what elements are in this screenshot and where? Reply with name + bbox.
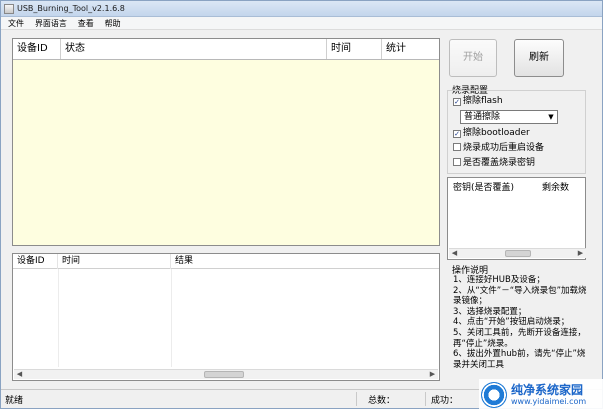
status-success: 成功： [431,396,459,406]
app-window: USB_Burning_Tool_v2.1.6.8 文件 界面语言 查看 帮助 … [0,0,603,409]
erase-bootloader-label: 擦除bootloader [463,128,530,138]
erase-flash-label: 擦除flash [463,96,503,106]
scroll-thumb[interactable] [505,250,531,257]
app-icon [4,4,14,14]
title-bar: USB_Burning_Tool_v2.1.6.8 [1,1,602,17]
erase-flash-checkbox[interactable]: ✓ 擦除flash [453,95,503,107]
scroll-right-icon[interactable]: ▶ [427,370,438,379]
key-col-remaining[interactable]: 剩余数 [542,180,569,193]
status-divider [356,392,357,406]
menu-bar: 文件 界面语言 查看 帮助 [1,17,602,30]
checkbox-checked-icon: ✓ [453,98,461,106]
refresh-button[interactable]: 刷新 [514,39,564,77]
watermark: 纯净系统家园 www.yidaimei.com [479,379,603,409]
key-col-key[interactable]: 密钥(是否覆盖) [453,180,514,193]
checkbox-checked-icon: ✓ [453,130,461,138]
col-stats[interactable]: 统计 [382,39,439,59]
erase-mode-select[interactable]: 普通擦除 ▼ [460,110,558,124]
reboot-after-label: 烧录成功后重启设备 [463,143,545,153]
instruction-line: 1、连接好HUB及设备； [453,275,545,285]
col-device-id[interactable]: 设备ID [13,39,61,59]
scroll-left-icon[interactable]: ◀ [449,249,460,258]
menu-file[interactable]: 文件 [7,18,25,29]
log-col-device-id[interactable]: 设备ID [13,254,58,269]
watermark-brand: 纯净系统家园 [511,383,584,397]
log-horizontal-scrollbar[interactable]: ◀ ▶ [14,369,438,379]
window-title: USB_Burning_Tool_v2.1.6.8 [17,4,125,13]
col-status[interactable]: 状态 [61,39,327,59]
log-col-time[interactable]: 时间 [58,254,171,269]
instruction-line: 2、从“文件”－“导入烧录包”加载烧录镜像； [453,285,587,307]
instruction-line: 4、点击“开始”按钮启动烧录； [453,317,570,328]
instruction-line: 5、关闭工具前，先断开设备连接，再“停止”烧录。 [453,327,586,349]
checkbox-unchecked-icon [453,143,461,151]
scroll-right-icon[interactable]: ▶ [575,249,586,258]
dropdown-arrow-icon[interactable]: ▼ [545,111,557,123]
log-grid-line [171,269,172,367]
erase-mode-value: 普通擦除 [464,112,501,122]
log-grid-line [58,269,59,367]
instruction-line: 6、拔出外置hub前，请先“停止”烧录并关闭工具 [453,349,586,370]
log-list[interactable]: 设备ID 时间 结果 ◀ ▶ [12,253,440,381]
watermark-logo-icon [481,382,507,408]
log-list-header: 设备ID 时间 结果 [13,254,439,269]
instructions-text: 1、连接好HUB及设备； 2、从“文件”－“导入烧录包”加载烧录镜像； 3、选择… [453,275,593,387]
status-state: 就绪 [5,396,24,406]
instruction-line: 3、选择烧录配置； [453,306,527,317]
key-horizontal-scrollbar[interactable]: ◀ ▶ [449,248,586,258]
erase-bootloader-checkbox[interactable]: ✓ 擦除bootloader [453,127,530,139]
key-list[interactable]: 密钥(是否覆盖) 剩余数 ◀ ▶ [447,177,586,260]
menu-language[interactable]: 界面语言 [34,18,68,29]
checkbox-unchecked-icon [453,158,461,166]
start-button[interactable]: 开始 [449,39,497,77]
overwrite-key-checkbox[interactable]: 是否覆盖烧录密钥 [453,157,535,169]
device-list[interactable]: 设备ID 状态 时间 统计 [12,38,440,246]
scroll-thumb[interactable] [204,371,244,378]
col-time[interactable]: 时间 [327,39,382,59]
watermark-url: www.yidaimei.com [511,397,587,406]
status-divider [425,392,426,406]
menu-help[interactable]: 帮助 [104,18,122,29]
scroll-left-icon[interactable]: ◀ [14,370,25,379]
overwrite-key-label: 是否覆盖烧录密钥 [463,158,536,168]
log-col-result[interactable]: 结果 [171,254,439,269]
device-list-header: 设备ID 状态 时间 统计 [13,39,439,60]
reboot-after-checkbox[interactable]: 烧录成功后重启设备 [453,142,544,154]
status-total: 总数： [368,396,396,406]
menu-view[interactable]: 查看 [77,18,95,29]
